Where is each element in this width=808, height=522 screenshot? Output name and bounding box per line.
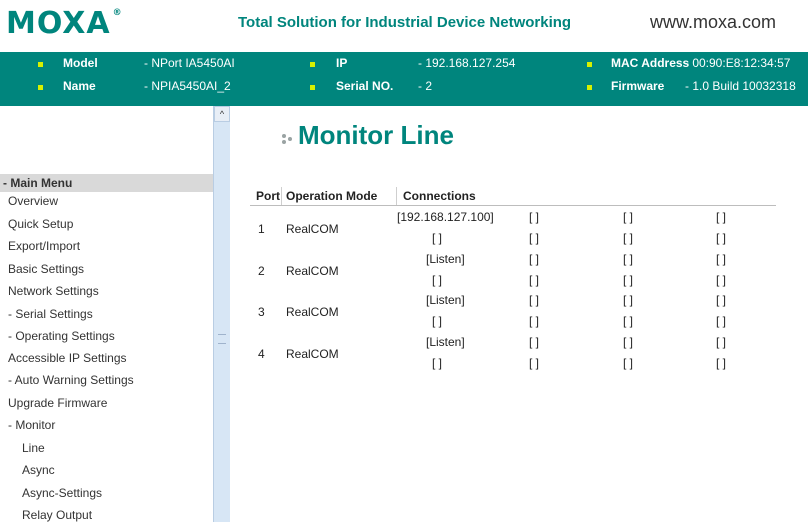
sidebar-item-export-import[interactable]: Export/Import (8, 239, 80, 253)
scroll-grip[interactable] (218, 334, 226, 344)
connection-cell: [ ] (716, 231, 727, 245)
sidebar: - Main Menu Overview Quick Setup Export/… (0, 106, 230, 522)
sidebar-item-operating-settings[interactable]: - Operating Settings (8, 329, 115, 343)
serial-label: Serial NO. (336, 79, 394, 93)
connection-cell: [192.168.127.100] (397, 210, 494, 224)
logo-text: MOXA (6, 6, 111, 41)
connection-cell: [ ] (529, 273, 540, 287)
sidebar-item-line[interactable]: Line (22, 441, 45, 455)
column-header-operation-mode: Operation Mode (286, 189, 378, 203)
connection-cell: [ ] (432, 231, 443, 245)
mac-value: - 00:90:E8:12:34:57 (685, 56, 791, 70)
connection-cell: [ ] (623, 335, 634, 349)
connection-cell: [ ] (716, 252, 727, 266)
connection-cell: [ ] (529, 231, 540, 245)
sidebar-item-monitor[interactable]: - Monitor (8, 418, 55, 432)
mac-label: MAC Address (611, 56, 690, 70)
operation-mode-cell: RealCOM (286, 305, 339, 319)
main-menu-header[interactable]: - Main Menu (0, 174, 213, 192)
connection-cell: [ ] (623, 252, 634, 266)
website-link[interactable]: www.moxa.com (650, 12, 776, 33)
sidebar-item-quick-setup[interactable]: Quick Setup (8, 217, 73, 231)
model-label: Model (63, 56, 98, 70)
sidebar-scrollbar[interactable]: ^ (213, 106, 230, 522)
column-divider (281, 187, 282, 205)
connection-cell: [Listen] (426, 335, 465, 349)
name-label: Name (63, 79, 96, 93)
sidebar-item-serial-settings[interactable]: - Serial Settings (8, 307, 93, 321)
sidebar-item-async[interactable]: Async (22, 463, 55, 477)
connection-cell: [ ] (529, 314, 540, 328)
serial-value: - 2 (418, 79, 433, 93)
column-header-connections: Connections (403, 189, 476, 203)
sidebar-item-accessible-ip[interactable]: Accessible IP Settings (8, 351, 127, 365)
bullet-icon (310, 85, 315, 90)
sidebar-item-network-settings[interactable]: Network Settings (8, 284, 99, 298)
bullet-icon (587, 85, 592, 90)
connection-cell: [ ] (623, 314, 634, 328)
connection-cell: [ ] (716, 356, 727, 370)
connection-cell: [ ] (623, 273, 634, 287)
sidebar-item-upgrade-firmware[interactable]: Upgrade Firmware (8, 396, 107, 410)
column-divider (396, 187, 397, 205)
operation-mode-cell: RealCOM (286, 347, 339, 361)
page-title: Monitor Line (298, 120, 454, 150)
connection-cell: [ ] (432, 356, 443, 370)
scroll-up-arrow-icon[interactable]: ^ (214, 106, 230, 122)
column-header-port: Port (256, 189, 280, 203)
connection-cell: [ ] (529, 335, 540, 349)
connection-cell: [ ] (529, 210, 540, 224)
header: MOXA ® Total Solution for Industrial Devi… (0, 0, 808, 52)
name-value: - NPIA5450AI_2 (144, 79, 231, 93)
port-cell: 3 (258, 305, 265, 319)
connection-cell: [ ] (623, 231, 634, 245)
logo-trademark: ® (112, 8, 123, 18)
connection-cell: [ ] (716, 335, 727, 349)
bullet-icon (587, 62, 592, 67)
sidebar-item-async-settings[interactable]: Async-Settings (22, 486, 102, 500)
header-underline (250, 205, 776, 206)
ip-label: IP (336, 56, 348, 70)
port-cell: 4 (258, 347, 265, 361)
moxa-logo[interactable]: MOXA ® (6, 6, 123, 41)
connection-cell: [Listen] (426, 252, 465, 266)
connection-cell: [ ] (716, 273, 727, 287)
sidebar-item-basic-settings[interactable]: Basic Settings (8, 262, 84, 276)
sidebar-item-relay-output[interactable]: Relay Output (22, 508, 92, 522)
connection-cell: [ ] (623, 293, 634, 307)
connection-cell: [Listen] (426, 293, 465, 307)
title-dots-icon (282, 132, 296, 146)
port-cell: 1 (258, 222, 265, 236)
connection-cell: [ ] (529, 356, 540, 370)
connection-cell: [ ] (623, 356, 634, 370)
bullet-icon (38, 85, 43, 90)
connection-cell: [ ] (623, 210, 634, 224)
connection-cell: [ ] (716, 210, 727, 224)
connection-cell: [ ] (529, 252, 540, 266)
firmware-label: Firmware (611, 79, 665, 93)
tagline: Total Solution for Industrial Device Net… (238, 14, 572, 31)
connection-cell: [ ] (716, 293, 727, 307)
bullet-icon (38, 62, 43, 67)
operation-mode-cell: RealCOM (286, 222, 339, 236)
info-row-1: Model - NPort IA5450AI IP - 192.168.127.… (0, 56, 808, 78)
ip-value: - 192.168.127.254 (418, 56, 516, 70)
model-value: - NPort IA5450AI (144, 56, 235, 70)
bullet-icon (310, 62, 315, 67)
sidebar-item-overview[interactable]: Overview (8, 194, 58, 208)
connection-cell: [ ] (529, 293, 540, 307)
port-cell: 2 (258, 264, 265, 278)
operation-mode-cell: RealCOM (286, 264, 339, 278)
connection-cell: [ ] (432, 273, 443, 287)
connection-cell: [ ] (716, 314, 727, 328)
connection-cell: [ ] (432, 314, 443, 328)
info-row-2: Name - NPIA5450AI_2 Serial NO. - 2 Firmw… (0, 79, 808, 101)
firmware-value: - 1.0 Build 10032318 (685, 79, 796, 93)
device-info-bar: Model - NPort IA5450AI IP - 192.168.127.… (0, 52, 808, 106)
sidebar-item-auto-warning[interactable]: - Auto Warning Settings (8, 373, 134, 387)
